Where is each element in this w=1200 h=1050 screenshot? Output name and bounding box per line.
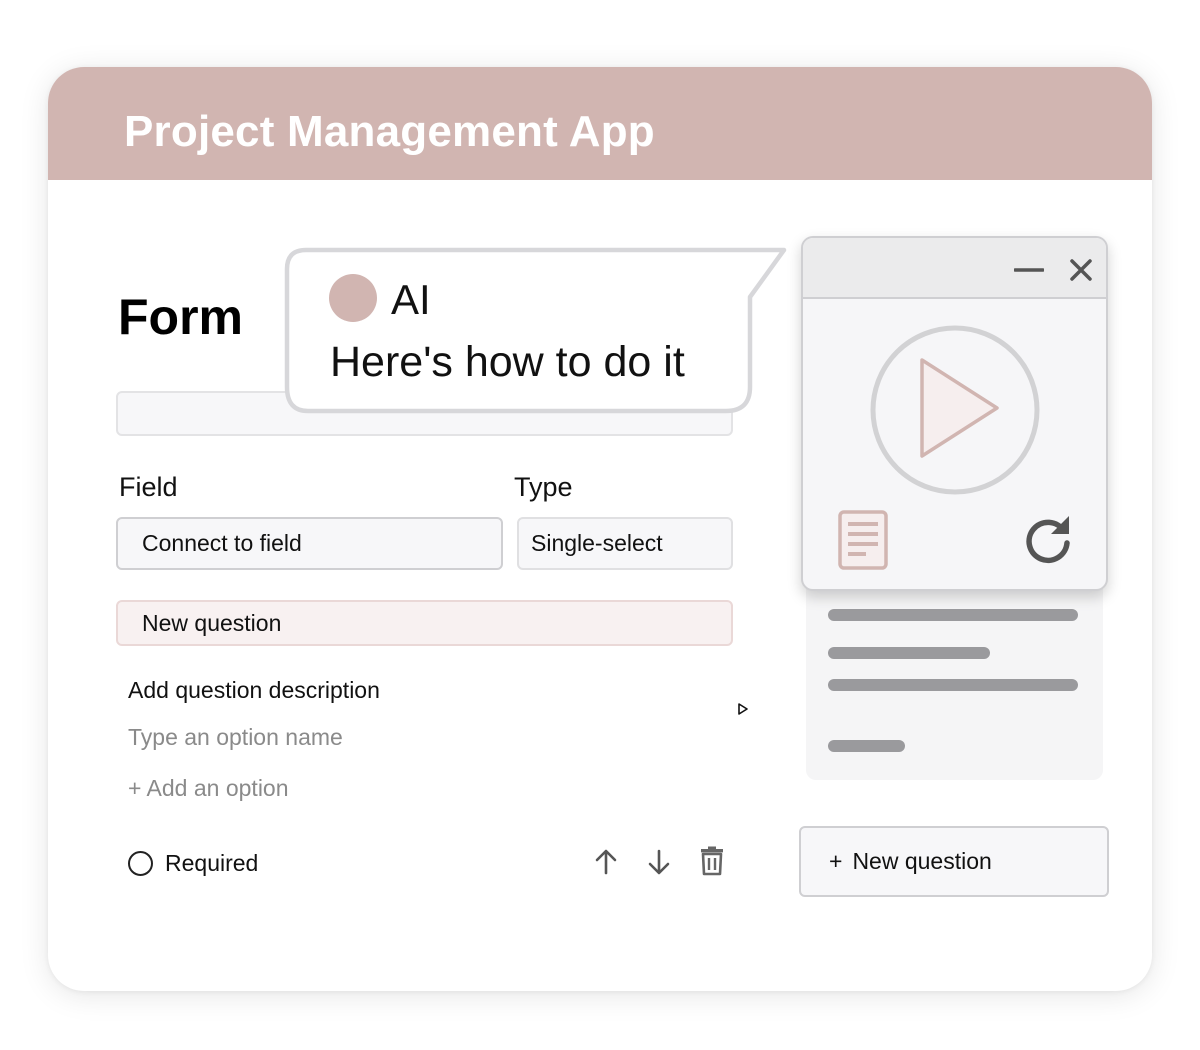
video-window-titlebar bbox=[803, 238, 1106, 299]
connect-field-value: Connect to field bbox=[142, 530, 302, 556]
minimize-icon[interactable] bbox=[1014, 258, 1044, 282]
required-label: Required bbox=[165, 850, 259, 876]
question-title-input[interactable]: New question bbox=[116, 600, 733, 646]
video-tutorial-window bbox=[801, 236, 1108, 591]
cursor-icon bbox=[738, 703, 748, 715]
plus-icon: + bbox=[829, 848, 843, 874]
avatar bbox=[329, 274, 377, 322]
assistant-message: Here's how to do it bbox=[330, 338, 685, 386]
question-title-value: New question bbox=[142, 609, 282, 636]
play-icon[interactable] bbox=[869, 324, 1041, 496]
placeholder-line bbox=[828, 609, 1078, 621]
placeholder-line bbox=[828, 679, 1078, 691]
arrow-down-icon[interactable] bbox=[645, 847, 673, 877]
form-title: Form bbox=[118, 289, 243, 345]
arrow-up-icon[interactable] bbox=[592, 847, 620, 877]
placeholder-line bbox=[828, 647, 990, 659]
question-description-field[interactable]: Add question description bbox=[128, 677, 380, 704]
add-option-button[interactable]: + Add an option bbox=[128, 775, 289, 802]
add-new-question-label: New question bbox=[852, 848, 992, 874]
add-new-question-button[interactable]: + New question bbox=[799, 826, 1109, 897]
close-icon[interactable] bbox=[1067, 256, 1095, 284]
field-label: Field bbox=[119, 472, 178, 502]
document-icon[interactable] bbox=[838, 510, 888, 570]
type-select[interactable]: Single-select bbox=[517, 517, 733, 570]
placeholder-line bbox=[828, 740, 905, 752]
option-name-input[interactable]: Type an option name bbox=[128, 724, 343, 751]
app-title: Project Management App bbox=[124, 107, 655, 156]
type-select-value: Single-select bbox=[531, 530, 663, 556]
type-label: Type bbox=[514, 472, 573, 502]
ai-speech-bubble bbox=[284, 247, 789, 414]
app-header: Project Management App bbox=[48, 67, 1152, 180]
assistant-name: AI bbox=[391, 276, 431, 323]
trash-icon[interactable] bbox=[698, 846, 726, 876]
required-radio[interactable] bbox=[128, 851, 153, 876]
refresh-icon[interactable] bbox=[1022, 513, 1074, 565]
connect-field-select[interactable]: Connect to field bbox=[116, 517, 503, 570]
